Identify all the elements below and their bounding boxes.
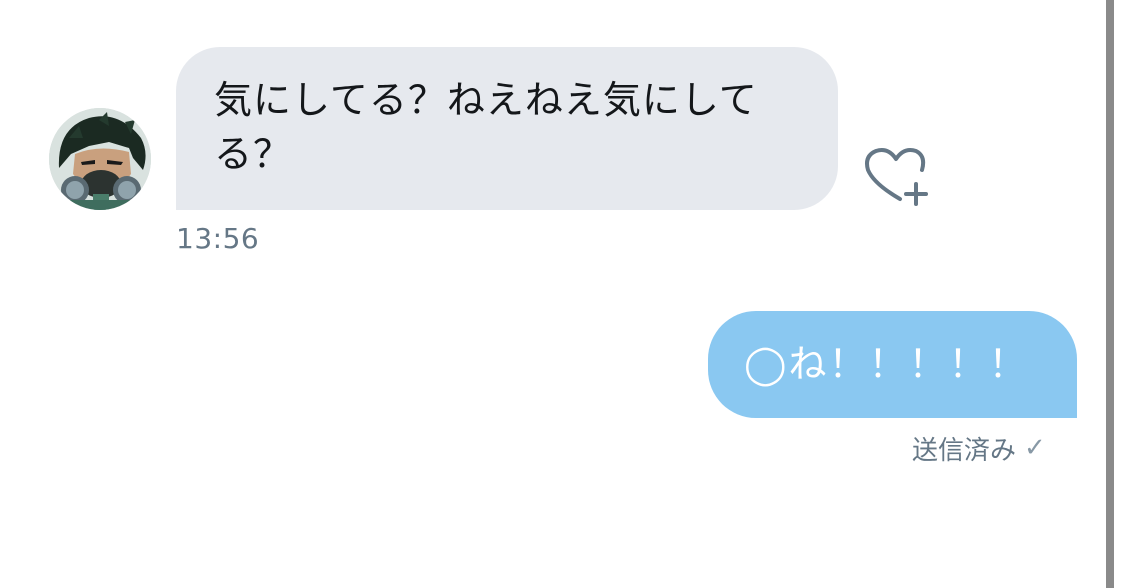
scrollbar[interactable] [1106,0,1114,588]
dm-conversation: 気にしてる？ねえねえ気にしてる？ 13:56 ◯ね！！！！！ 送信済み ✓ [0,0,1124,588]
like-message-button[interactable] [860,144,936,208]
incoming-message-text: 気にしてる？ねえねえ気にしてる？ [214,78,758,176]
checkmark-icon: ✓ [1024,433,1046,463]
heart-plus-icon [865,148,928,206]
incoming-message-time: 13:56 [176,222,260,255]
sent-status-label: 送信済み [912,435,1017,466]
sender-avatar[interactable] [49,108,151,210]
outgoing-message-text: ◯ね！！！！！ [744,342,1029,386]
outgoing-message-status: 送信済み ✓ [912,431,1046,466]
avatar-illustration [49,108,151,210]
outgoing-message-bubble[interactable]: ◯ね！！！！！ [708,311,1077,418]
incoming-message-bubble[interactable]: 気にしてる？ねえねえ気にしてる？ [176,47,838,210]
